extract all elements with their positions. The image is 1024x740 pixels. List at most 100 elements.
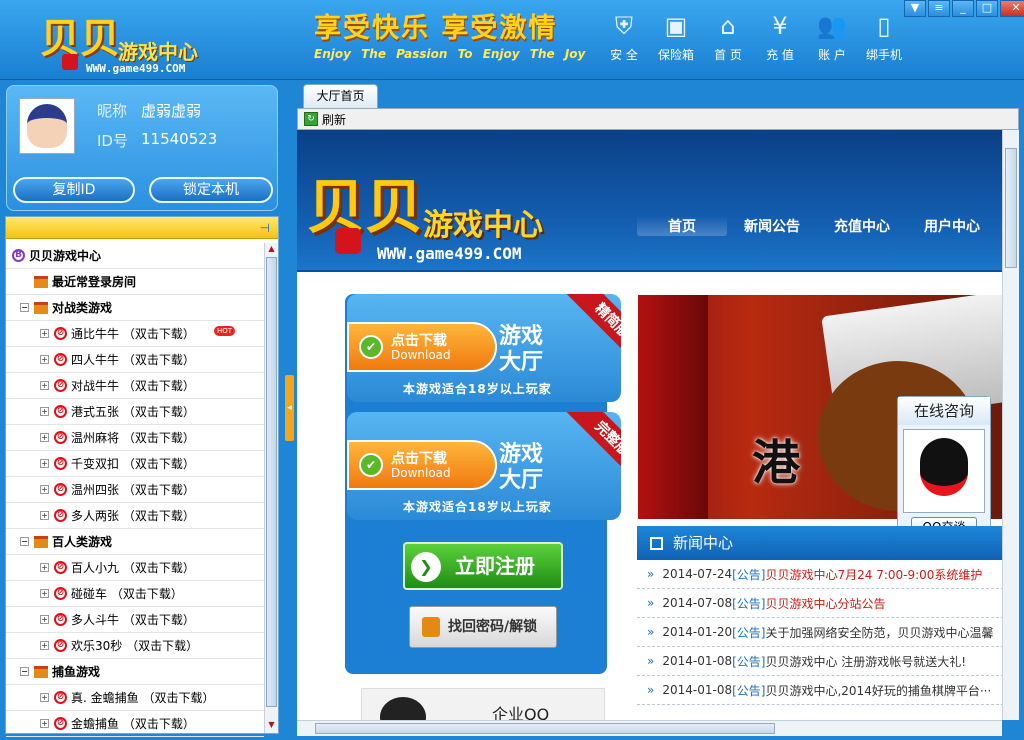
register-button[interactable]: ❯ 立即注册 [403, 542, 563, 590]
expand-icon[interactable]: + [40, 329, 49, 338]
news-category[interactable]: [公告] [732, 682, 765, 699]
tab-lobby-home[interactable]: 大厅首页 [303, 84, 378, 108]
nav-account[interactable]: 👥 账 户 [806, 10, 858, 63]
site-nav-news[interactable]: 新闻公告 [727, 216, 817, 236]
tree-item[interactable]: + ⊘ 真. 金蟾捕鱼 （双击下载） [6, 685, 264, 711]
menu-button[interactable]: ≡ [928, 0, 950, 17]
news-category[interactable]: [公告] [732, 624, 765, 641]
news-link[interactable]: 贝贝游戏中心分站公告 [765, 595, 885, 612]
news-category[interactable]: [公告] [732, 653, 765, 670]
tree-item-label: 真. 金蟾捕鱼 （双击下载） [71, 691, 215, 705]
tree-item[interactable]: + ⊘ 多人斗牛 （双击下载） [6, 607, 264, 633]
collapse-icon[interactable]: − [20, 667, 29, 676]
scroll-thumb[interactable] [1005, 148, 1017, 268]
tree-group[interactable]: − 捕鱼游戏 [6, 659, 264, 685]
expand-icon[interactable]: + [40, 407, 49, 416]
site-nav-recharge[interactable]: 充值中心 [817, 216, 907, 236]
tree-item[interactable]: + ⊘ 通比牛牛 （双击下载） HOT [6, 321, 264, 347]
recover-password-button[interactable]: 找回密码/解锁 [409, 606, 557, 648]
banner-text: 港 [752, 435, 801, 491]
expand-icon[interactable]: + [40, 355, 49, 364]
nav-recharge[interactable]: ¥ 充 值 [754, 10, 806, 63]
tree-item[interactable]: + ⊘ 港式五张 （双击下载） [6, 399, 264, 425]
expand-icon[interactable]: + [40, 485, 49, 494]
scroll-thumb[interactable] [266, 257, 277, 707]
panel-splitter[interactable]: ◂ [285, 375, 294, 441]
tree-item-label: 对战牛牛 （双击下载） [71, 379, 195, 393]
expand-icon[interactable]: + [40, 381, 49, 390]
expand-icon[interactable]: + [40, 719, 49, 728]
scroll-down-icon[interactable]: ▼ [266, 720, 277, 732]
tab-label: 大厅首页 [316, 89, 365, 103]
tree-recent[interactable]: 最近常登录房间 [6, 269, 264, 295]
nav-home[interactable]: ⌂ 首 页 [702, 10, 754, 63]
collapse-icon[interactable]: − [20, 537, 29, 546]
pin-icon[interactable]: ⊣ [260, 221, 270, 235]
tree-root[interactable]: B 贝贝游戏中心 [6, 243, 264, 269]
download-full-button[interactable]: ✔ 点击下载 Download 游戏 大厅 本游戏适合18岁以上玩家 完整版 [347, 412, 621, 520]
tree-item[interactable]: + ⊘ 对战牛牛 （双击下载） [6, 373, 264, 399]
nav-bind-phone[interactable]: ▯ 绑手机 [858, 10, 910, 63]
tree-item[interactable]: + ⊘ 欢乐30秒 （双击下载） [6, 633, 264, 659]
news-category[interactable]: [公告] [732, 595, 765, 612]
nav-safe[interactable]: ▣ 保险箱 [650, 10, 702, 63]
collapse-icon[interactable]: − [20, 303, 29, 312]
expand-icon[interactable]: + [40, 459, 49, 468]
tree-item[interactable]: + ⊘ 四人牛牛 （双击下载） [6, 347, 264, 373]
news-category[interactable]: [公告] [732, 566, 765, 583]
news-row[interactable]: » 2014-01-08 [公告] 贝贝游戏中心 注册游戏帐号就送大礼! [637, 647, 1002, 676]
maximize-button[interactable]: □ [976, 0, 998, 17]
expand-icon[interactable]: + [40, 641, 49, 650]
minimize-button[interactable]: _ [952, 0, 974, 17]
site-nav-home[interactable]: 首页 [637, 216, 727, 236]
scroll-up-icon[interactable]: ▲ [266, 244, 277, 256]
expand-icon[interactable]: + [40, 615, 49, 624]
logo-title: 游戏中心 [118, 40, 198, 64]
refresh-icon[interactable]: ↻ [304, 112, 318, 126]
web-horizontal-scrollbar[interactable] [297, 720, 1002, 736]
avatar[interactable] [19, 98, 75, 154]
tree-item[interactable]: + ⊘ 多人两张 （双击下载） [6, 503, 264, 529]
news-link[interactable]: 贝贝游戏中心7月24 7:00-9:00系统维护 [765, 566, 982, 583]
news-link[interactable]: 关于加强网络安全防范，贝贝游戏中心温馨 [765, 624, 993, 641]
tree-group[interactable]: − 百人类游戏 [6, 529, 264, 555]
dice-icon [335, 228, 361, 254]
site-nav-user[interactable]: 用户中心 [907, 216, 997, 236]
tree-item[interactable]: + ⊘ 金蟾捕鱼 （双击下载） [6, 711, 264, 737]
expand-icon[interactable]: + [40, 589, 49, 598]
copy-id-button[interactable]: 复制ID [13, 177, 135, 203]
age-note: 本游戏适合18岁以上玩家 [403, 500, 552, 514]
skin-button[interactable]: ▼ [904, 0, 926, 17]
tree-scrollbar[interactable]: ▲ ▼ [264, 243, 278, 733]
collapse-arrow-icon: ◂ [287, 403, 292, 413]
close-button[interactable]: ✕ [1000, 0, 1024, 17]
news-row[interactable]: » 2014-01-20 [公告] 关于加强网络安全防范，贝贝游戏中心温馨 [637, 618, 1002, 647]
lock-machine-button[interactable]: 锁定本机 [149, 177, 273, 203]
tree-group[interactable]: − 对战类游戏 [6, 295, 264, 321]
news-row[interactable]: » 2014-07-08 [公告] 贝贝游戏中心分站公告 [637, 589, 1002, 618]
tree-item[interactable]: + ⊘ 温州四张 （双击下载） [6, 477, 264, 503]
tree-item[interactable]: + ⊘ 千变双扣 （双击下载） [6, 451, 264, 477]
refresh-button[interactable]: 刷新 [322, 111, 346, 128]
expand-icon[interactable]: + [40, 693, 49, 702]
tree-recent-label: 最近常登录房间 [52, 275, 137, 289]
expand-icon[interactable]: + [40, 563, 49, 572]
news-link[interactable]: 贝贝游戏中心 注册游戏帐号就送大礼! [765, 653, 966, 670]
tree-item[interactable]: + ⊘ 碰碰车 （双击下载） [6, 581, 264, 607]
web-vertical-scrollbar[interactable] [1002, 130, 1019, 720]
nav-security[interactable]: ⛨ 安 全 [598, 10, 650, 63]
tree-item[interactable]: + ⊘ 百人小九 （双击下载） [6, 555, 264, 581]
expand-icon[interactable]: + [40, 511, 49, 520]
news-row[interactable]: » 2014-01-08 [公告] 贝贝游戏中心,2014好玩的捕鱼棋牌平台··· [637, 676, 1002, 705]
tree-list: B 贝贝游戏中心 最近常登录房间 − 对战类游戏 + ⊘ 通比牛牛 （双击下载） HOT … [6, 243, 264, 737]
enterprise-qq-promo[interactable]: 企业QQ [361, 688, 605, 720]
news-link[interactable]: 贝贝游戏中心,2014好玩的捕鱼棋牌平台··· [765, 682, 991, 699]
expand-icon[interactable]: + [40, 433, 49, 442]
download-simple-button[interactable]: ✔ 点击下载 Download 游戏 大厅 本游戏适合18岁以上玩家 精简版 [347, 294, 621, 402]
tree-item[interactable]: + ⊘ 温州麻将 （双击下载） [6, 425, 264, 451]
chevron-icon: » [647, 596, 655, 610]
news-row[interactable]: » 2014-07-24 [公告] 贝贝游戏中心7月24 7:00-9:00系统维护 [637, 560, 1002, 589]
nav-label: 绑手机 [865, 48, 902, 62]
scroll-thumb[interactable] [315, 723, 775, 734]
edition-ribbon: 完整版 [563, 412, 621, 488]
